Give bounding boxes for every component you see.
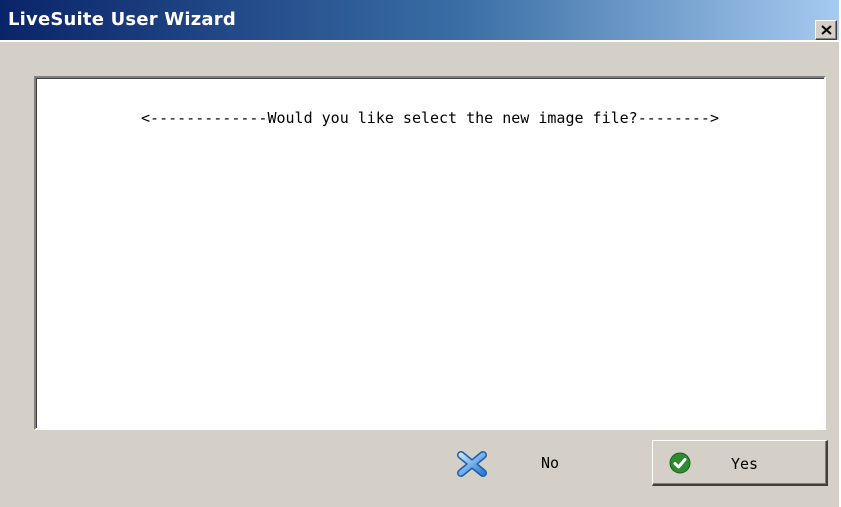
- message-panel: <-------------Would you like select the …: [34, 76, 826, 430]
- yes-button-label: Yes: [731, 455, 759, 473]
- no-button-label: No: [541, 454, 560, 472]
- close-button[interactable]: [815, 20, 837, 40]
- check-icon: [669, 452, 691, 478]
- no-button[interactable]: No: [443, 440, 623, 486]
- dialog-window: LiveSuite User Wizard <-------------Woul…: [0, 0, 841, 507]
- yes-button[interactable]: Yes: [652, 440, 828, 486]
- window-title: LiveSuite User Wizard: [8, 9, 236, 30]
- x-icon: [457, 451, 487, 481]
- prompt-message: <-------------Would you like select the …: [141, 109, 719, 127]
- title-bar[interactable]: LiveSuite User Wizard: [0, 0, 839, 42]
- close-icon: [821, 25, 832, 35]
